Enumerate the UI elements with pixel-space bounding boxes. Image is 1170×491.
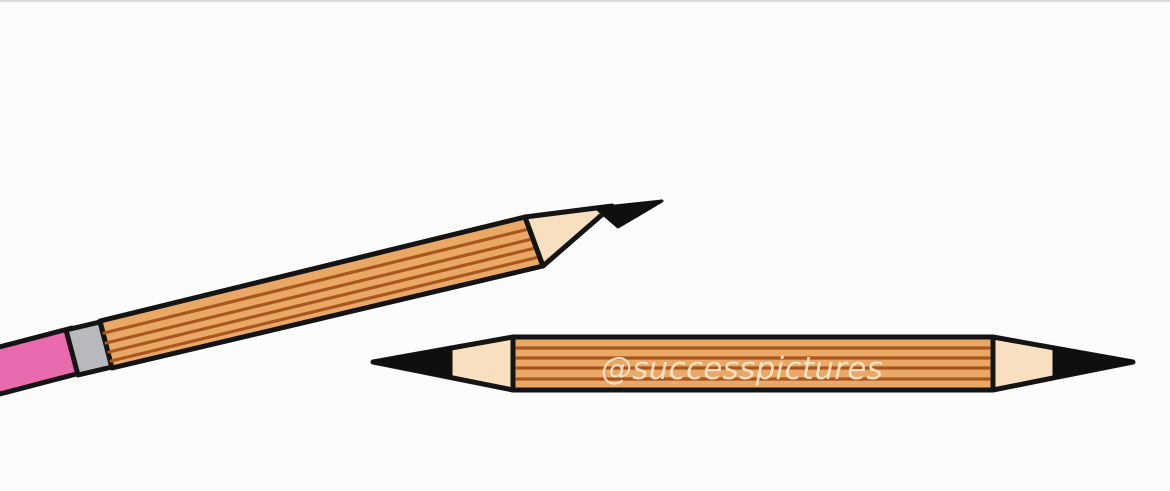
left-graphite-tip (371, 346, 453, 379)
double-pencil-icon: @successpictures (370, 334, 1136, 393)
watermark-text: @successpictures (601, 351, 883, 387)
pencils-illustration: @successpictures (0, 199, 1136, 397)
sharpened-wood (522, 203, 615, 269)
illustration-scene: @successpictures (0, 0, 1170, 491)
right-graphite-tip (1052, 346, 1135, 379)
